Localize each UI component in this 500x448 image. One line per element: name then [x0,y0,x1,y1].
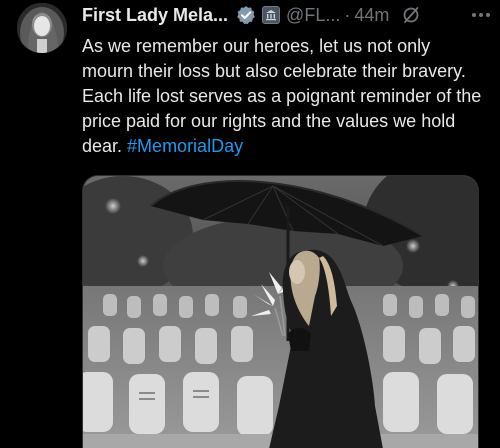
tweet[interactable]: First Lady Mela... @FL... · 44m As we re… [0,0,500,448]
timestamp[interactable]: 44m [354,5,389,26]
tweet-text: As we remember our heroes, let us not on… [82,34,482,159]
hashtag-link[interactable]: #MemorialDay [127,136,243,156]
more-options-icon[interactable] [470,5,492,25]
author-handle[interactable]: @FL... [286,5,340,26]
tweet-header: First Lady Mela... @FL... · 44m [82,0,492,30]
avatar[interactable] [17,3,67,53]
government-badge-icon [262,6,281,24]
tweet-image[interactable] [82,175,479,448]
grok-icon[interactable] [401,5,421,25]
verified-badge-icon[interactable] [236,5,256,25]
separator-dot: · [344,4,351,25]
author-name[interactable]: First Lady Mela... [82,5,228,26]
